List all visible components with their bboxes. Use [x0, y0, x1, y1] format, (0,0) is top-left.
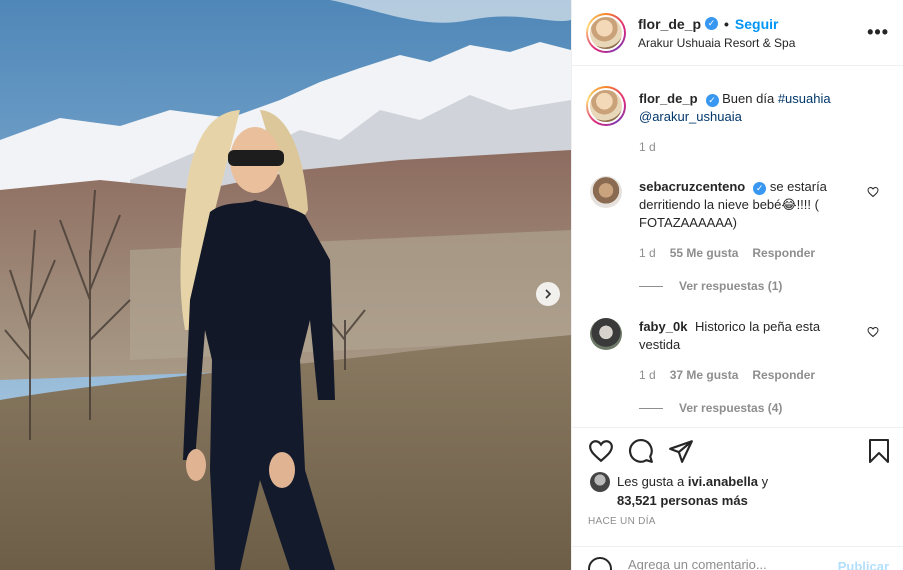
chevron-right-icon: [545, 289, 552, 299]
post-side-panel: flor_de_p ✓ • Seguir Arakur Ushuaia Reso…: [571, 0, 903, 570]
liker-avatar[interactable]: [590, 472, 610, 492]
likes-prefix: Les gusta a: [617, 474, 685, 489]
bookmark-icon[interactable]: [867, 438, 891, 464]
post-location[interactable]: Arakur Ushuaia Resort & Spa: [638, 36, 795, 50]
comments-section[interactable]: flor_de_p ✓ Buen día #usuahia @arakur_ush…: [572, 66, 903, 427]
comment-icon[interactable]: [628, 438, 654, 464]
comment-reply-button[interactable]: Responder: [752, 246, 815, 260]
view-replies-label: Ver respuestas (1): [679, 279, 783, 293]
comment-body: sebacruzcenteno ✓ se estaría derritiendo …: [639, 178, 859, 232]
commenter-avatar[interactable]: [590, 318, 622, 350]
post-actions: [572, 427, 903, 473]
view-replies-label: Ver respuestas (4): [679, 401, 783, 415]
share-icon[interactable]: [668, 438, 694, 464]
comment-like-heart-icon[interactable]: [867, 186, 879, 198]
post-photo: [0, 0, 571, 570]
follow-button[interactable]: Seguir: [735, 16, 779, 32]
replies-line: [639, 407, 663, 409]
comment-input[interactable]: [628, 557, 828, 570]
comment-body: faby_0k Historico la peña esta vestida: [639, 318, 859, 354]
author-avatar[interactable]: [586, 12, 626, 53]
verified-badge-icon: ✓: [753, 181, 767, 195]
post-time-ago[interactable]: HACE UN DÍA: [588, 516, 656, 527]
commenter-avatar[interactable]: [590, 176, 622, 208]
replies-line: [639, 285, 663, 287]
emoji-icon[interactable]: [588, 557, 612, 570]
view-replies-button[interactable]: Ver respuestas (4): [639, 401, 782, 415]
caption-time[interactable]: 1 d: [639, 140, 656, 154]
carousel-next-button[interactable]: [536, 282, 560, 306]
add-comment-bar: Publicar: [572, 546, 903, 570]
verified-badge-icon: ✓: [705, 17, 719, 30]
heart-icon[interactable]: [588, 438, 614, 464]
caption-text: Buen día: [722, 91, 775, 106]
likes-others-label[interactable]: personas más: [660, 493, 747, 508]
likes-count[interactable]: 83,521: [617, 493, 657, 508]
comment-username[interactable]: faby_0k: [639, 319, 687, 334]
comment-reply-button[interactable]: Responder: [752, 368, 815, 382]
verified-badge-icon: ✓: [705, 93, 719, 107]
likes-and: y: [761, 474, 769, 489]
comment-meta: 1 d 55 Me gusta Responder: [639, 246, 815, 260]
separator-dot: •: [724, 15, 729, 32]
caption-meta: 1 d: [639, 140, 656, 154]
comment-likes-count[interactable]: 37 Me gusta: [670, 368, 739, 382]
comment-meta: 1 d 37 Me gusta Responder: [639, 368, 815, 382]
publish-button[interactable]: Publicar: [838, 559, 889, 570]
caption-avatar[interactable]: [586, 86, 626, 126]
caption-username[interactable]: flor_de_p: [639, 91, 698, 106]
post-header: flor_de_p ✓ • Seguir Arakur Ushuaia Reso…: [572, 0, 903, 66]
post-image: [0, 0, 571, 570]
comment-like-heart-icon[interactable]: [867, 326, 879, 338]
caption-hashtag[interactable]: #usuahia: [778, 91, 831, 106]
comment-likes-count[interactable]: 55 Me gusta: [670, 246, 739, 260]
caption-mention[interactable]: @arakur_ushuaia: [639, 109, 742, 124]
comment-time[interactable]: 1 d: [639, 368, 656, 382]
liker-username[interactable]: ivi.anabella: [688, 474, 758, 489]
view-replies-button[interactable]: Ver respuestas (1): [639, 279, 782, 293]
more-options-icon[interactable]: •••: [867, 22, 889, 43]
comment-time[interactable]: 1 d: [639, 246, 656, 260]
author-username[interactable]: flor_de_p: [638, 16, 701, 32]
comment-username[interactable]: sebacruzcenteno: [639, 179, 745, 194]
